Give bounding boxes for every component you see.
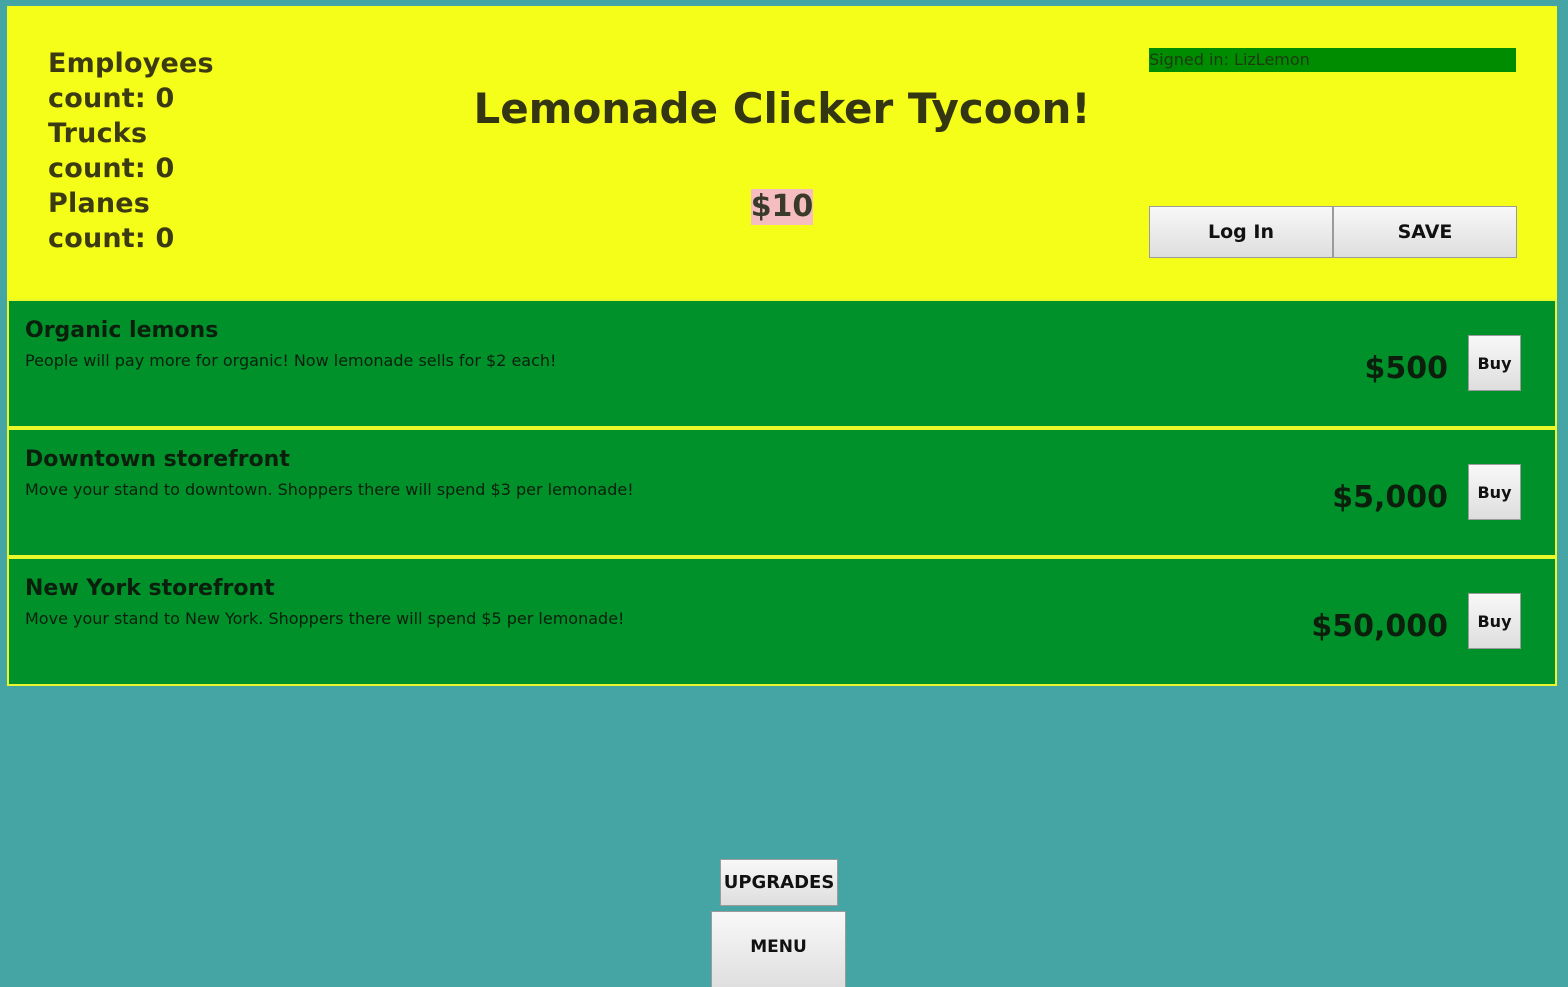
upgrade-description: People will pay more for organic! Now le… xyxy=(25,351,557,370)
upgrade-item-new-york-storefront: New York storefront Move your stand to N… xyxy=(7,557,1557,686)
upgrade-price: $5,000 xyxy=(1332,480,1448,515)
header-panel: Employees count: 0 Trucks count: 0 Plane… xyxy=(7,6,1557,299)
trucks-count: count: 0 xyxy=(48,153,175,184)
upgrade-name: Downtown storefront xyxy=(25,447,290,472)
buy-button[interactable]: Buy xyxy=(1468,335,1521,391)
upgrades-tab-button[interactable]: UPGRADES xyxy=(720,859,838,906)
employees-label: Employees xyxy=(48,48,214,79)
buy-button[interactable]: Buy xyxy=(1468,593,1521,649)
page-title: Lemonade Clicker Tycoon! xyxy=(473,84,1091,133)
upgrade-name: Organic lemons xyxy=(25,318,219,343)
buy-button[interactable]: Buy xyxy=(1468,464,1521,520)
menu-button[interactable]: MENU xyxy=(711,911,846,987)
upgrade-description: Move your stand to downtown. Shoppers th… xyxy=(25,480,634,499)
upgrade-item-downtown-storefront: Downtown storefront Move your stand to d… xyxy=(7,428,1557,557)
upgrade-description: Move your stand to New York. Shoppers th… xyxy=(25,609,625,628)
upgrade-price: $50,000 xyxy=(1311,609,1448,644)
upgrade-price: $500 xyxy=(1364,351,1449,386)
upgrades-list: Organic lemons People will pay more for … xyxy=(7,299,1557,686)
signed-in-status: Signed in: LizLemon xyxy=(1149,48,1516,72)
money-amount[interactable]: $10 xyxy=(750,189,814,225)
save-button[interactable]: SAVE xyxy=(1333,206,1517,258)
game-screen: Employees count: 0 Trucks count: 0 Plane… xyxy=(0,0,1568,987)
planes-count: count: 0 xyxy=(48,223,175,254)
upgrade-name: New York storefront xyxy=(25,576,275,601)
login-button[interactable]: Log In xyxy=(1149,206,1333,258)
upgrade-item-organic-lemons: Organic lemons People will pay more for … xyxy=(7,299,1557,428)
